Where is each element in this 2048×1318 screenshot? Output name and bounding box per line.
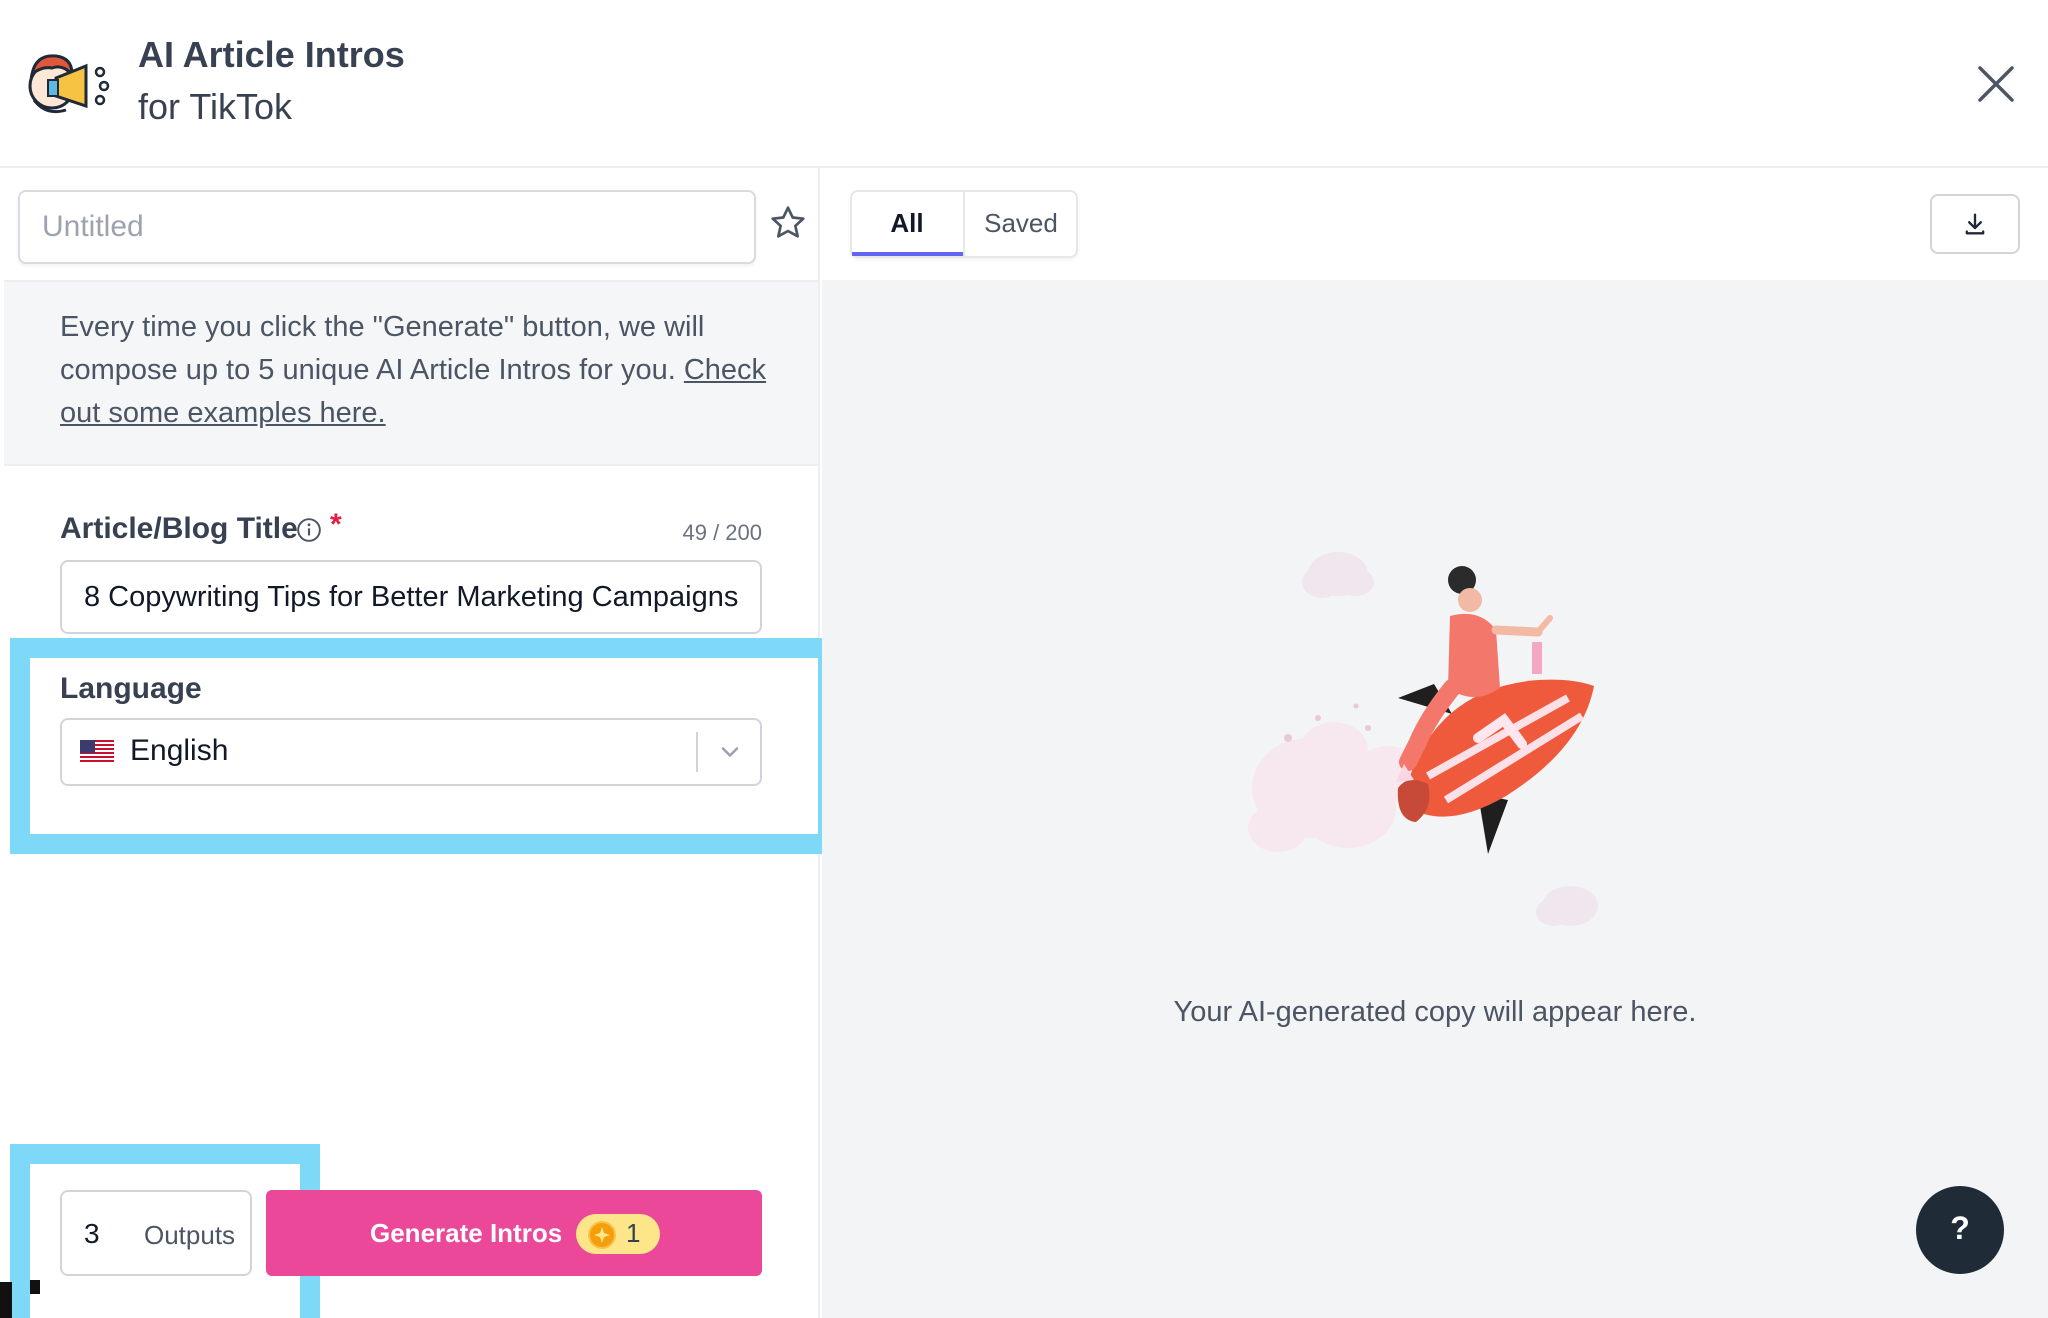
select-divider	[696, 732, 698, 772]
info-icon[interactable]	[296, 517, 322, 543]
empty-state-message: Your AI-generated copy will appear here.	[1173, 996, 1697, 1028]
rocket-rider-illustration	[1248, 552, 1598, 926]
language-selected-value: English	[130, 734, 229, 767]
info-text: Every time you click the "Generate" butt…	[60, 306, 780, 435]
blog-title-label: Article/Blog Title	[60, 512, 298, 545]
chevron-down-icon[interactable]	[716, 738, 744, 766]
help-question-icon: ?	[1950, 1210, 1970, 1246]
app-title: AI Article Intros	[138, 34, 405, 75]
character-counter: 49 / 200	[682, 520, 762, 545]
app-subtitle: for TikTok	[138, 86, 293, 127]
megaphone-character-icon	[28, 54, 110, 114]
edge-artifact	[30, 1280, 40, 1294]
info-description: Every time you click the "Generate" butt…	[60, 311, 705, 386]
download-icon	[1965, 213, 1985, 235]
document-title-input[interactable]	[18, 190, 756, 264]
tab-all-label: All	[890, 208, 924, 238]
language-label: Language	[60, 672, 202, 705]
blog-title-input[interactable]	[60, 560, 762, 634]
star-outline-icon[interactable]	[768, 203, 808, 243]
edge-artifact	[0, 1282, 12, 1318]
active-tab-indicator	[852, 252, 964, 256]
required-indicator: *	[330, 508, 342, 541]
credit-cost-value: 1	[626, 1218, 641, 1248]
close-icon[interactable]	[1968, 56, 2024, 112]
coin-icon	[588, 1221, 616, 1249]
generate-button-label: Generate Intros	[370, 1218, 563, 1248]
us-flag-icon	[80, 740, 114, 764]
tab-saved-label: Saved	[984, 208, 1058, 238]
header	[0, 0, 2048, 168]
